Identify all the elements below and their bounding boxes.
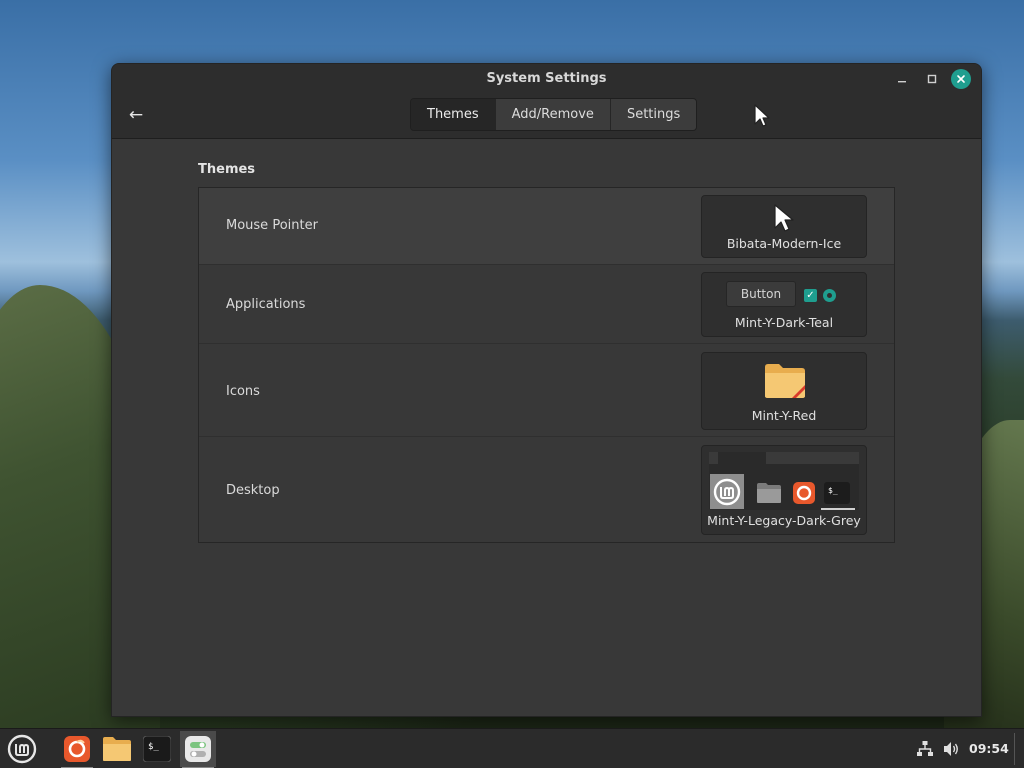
volume-tray[interactable] — [941, 739, 961, 759]
radio-selected-icon — [823, 289, 836, 302]
files-folder-icon — [103, 737, 131, 761]
row-mouse-pointer: Mouse Pointer Bibata-Modern-Ice — [199, 188, 894, 265]
clock[interactable]: 09:54 — [969, 741, 1009, 756]
terminal-icon: $_ — [143, 736, 171, 762]
cursor-arrow-icon — [774, 204, 794, 232]
system-settings-icon — [185, 736, 211, 762]
mint-menu-button[interactable] — [4, 731, 40, 767]
arrow-left-icon: ← — [128, 105, 144, 125]
mint-menu-icon — [7, 734, 37, 764]
applications-theme-button[interactable]: Button ✓ Mint-Y-Dark-Teal — [701, 272, 867, 337]
minimize-icon — [898, 81, 906, 83]
network-icon — [917, 741, 933, 756]
tab-add-remove[interactable]: Add/Remove — [495, 99, 611, 130]
row-desktop: Desktop $_ Mint-Y-Legacy-Dark-Grey — [199, 437, 894, 542]
svg-text:$_: $_ — [148, 742, 159, 752]
minimize-button[interactable] — [891, 69, 913, 89]
theme-name: Mint-Y-Legacy-Dark-Grey — [707, 513, 861, 528]
row-applications: Applications Button ✓ Mint-Y-Dark-Teal — [199, 265, 894, 344]
taskbar: $_ 09:54 — [0, 728, 1024, 768]
back-button[interactable]: ← — [122, 102, 150, 128]
desktop-panel-preview-icon: $_ — [709, 452, 859, 510]
preview-terminal-icon: $_ — [824, 482, 850, 504]
row-icons: Icons Mint-Y-Red — [199, 344, 894, 437]
row-label: Applications — [226, 297, 306, 312]
preview-active-indicator — [821, 508, 855, 510]
desktop-theme-button[interactable]: $_ Mint-Y-Legacy-Dark-Grey — [701, 445, 867, 535]
headerbar: System Settings ← Themes Add/Remove Sett… — [112, 64, 981, 139]
taskbar-files[interactable] — [99, 731, 135, 767]
section-title: Themes — [198, 162, 256, 177]
mouse-pointer-theme-button[interactable]: Bibata-Modern-Ice — [701, 195, 867, 258]
checkbox-checked-icon: ✓ — [804, 289, 817, 302]
svg-text:$_: $_ — [828, 486, 838, 495]
tab-themes[interactable]: Themes — [411, 99, 496, 130]
taskbar-terminal[interactable]: $_ — [139, 731, 175, 767]
preview-mint-logo-icon — [710, 474, 744, 509]
theme-name: Mint-Y-Red — [751, 408, 817, 423]
volume-icon — [944, 742, 958, 756]
network-tray[interactable] — [915, 739, 935, 759]
close-icon — [957, 75, 965, 83]
theme-name: Mint-Y-Dark-Teal — [734, 315, 834, 330]
preview-tab — [718, 452, 766, 464]
firefox-icon — [64, 736, 90, 762]
mouse-cursor-icon — [754, 104, 770, 127]
system-settings-window: System Settings ← Themes Add/Remove Sett… — [111, 63, 982, 717]
stack-switcher: Themes Add/Remove Settings — [410, 98, 698, 131]
maximize-icon — [927, 74, 937, 84]
tab-settings[interactable]: Settings — [610, 99, 697, 130]
preview-folder-icon — [757, 483, 781, 503]
preview-firefox-icon — [793, 482, 815, 504]
row-label: Mouse Pointer — [226, 218, 318, 233]
taskbar-firefox[interactable] — [59, 731, 95, 768]
preview-button: Button — [726, 281, 796, 307]
row-label: Desktop — [226, 483, 280, 498]
theme-name: Bibata-Modern-Ice — [726, 236, 842, 251]
themes-list: Mouse Pointer Bibata-Modern-Ice Applicat… — [198, 187, 895, 543]
icons-theme-button[interactable]: Mint-Y-Red — [701, 352, 867, 430]
taskbar-system-settings[interactable] — [180, 731, 216, 768]
close-button[interactable] — [951, 69, 971, 89]
window-title: System Settings — [486, 71, 607, 86]
folder-icon — [765, 364, 805, 398]
show-desktop-button[interactable] — [1014, 733, 1020, 765]
row-label: Icons — [226, 384, 260, 399]
maximize-button[interactable] — [921, 69, 943, 89]
